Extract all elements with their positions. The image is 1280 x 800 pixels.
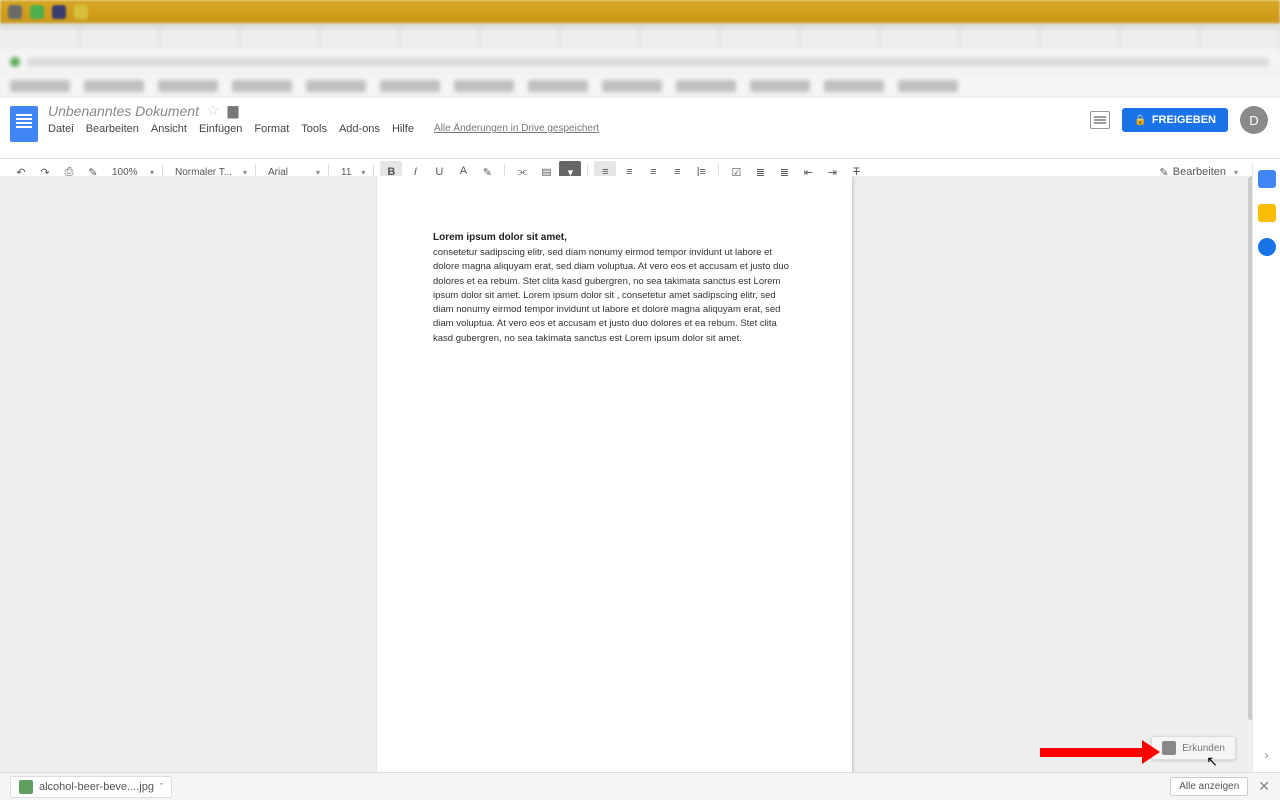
star-icon[interactable]: ☆ — [207, 102, 220, 119]
lock-icon: 🔒 — [1134, 115, 1146, 126]
browser-tabs — [0, 24, 1280, 50]
tasks-icon[interactable] — [1258, 238, 1276, 256]
move-folder-icon[interactable]: ▆ — [228, 102, 239, 119]
download-filename: alcohol-beer-beve....jpg — [39, 781, 154, 793]
close-download-shelf-button[interactable]: ✕ — [1258, 778, 1270, 795]
menu-help[interactable]: Hilfe — [392, 123, 414, 135]
document-heading[interactable]: Lorem ipsum dolor sit amet, — [433, 232, 796, 243]
side-panel: › — [1252, 162, 1280, 772]
docs-header: Unbenanntes Dokument ☆ ▆ Datei Bearbeite… — [0, 98, 1280, 158]
docs-logo-icon[interactable] — [10, 106, 38, 142]
bookmarks-bar — [0, 74, 1280, 98]
explore-icon — [1162, 741, 1176, 755]
file-image-icon — [19, 780, 33, 794]
address-bar — [0, 50, 1280, 74]
menu-file[interactable]: Datei — [48, 123, 74, 135]
menu-view[interactable]: Ansicht — [151, 123, 187, 135]
menu-addons[interactable]: Add-ons — [339, 123, 380, 135]
chevron-up-icon[interactable]: ˆ — [160, 782, 163, 792]
menu-bar: Datei Bearbeiten Ansicht Einfügen Format… — [48, 123, 599, 135]
document-canvas[interactable]: Lorem ipsum dolor sit amet, consetetur s… — [0, 176, 1248, 772]
document-paragraph[interactable]: consetetur sadipscing elitr, sed diam no… — [433, 246, 796, 346]
explore-label: Erkunden — [1182, 743, 1225, 754]
menu-insert[interactable]: Einfügen — [199, 123, 242, 135]
explore-button[interactable]: Erkunden — [1151, 736, 1236, 760]
side-panel-collapse-icon[interactable]: › — [1265, 748, 1269, 762]
keep-icon[interactable] — [1258, 204, 1276, 222]
os-menu-bar — [0, 0, 1280, 24]
menu-format[interactable]: Format — [254, 123, 289, 135]
download-item[interactable]: alcohol-beer-beve....jpg ˆ — [10, 776, 172, 798]
show-all-downloads-button[interactable]: Alle anzeigen — [1170, 777, 1248, 796]
download-shelf: alcohol-beer-beve....jpg ˆ Alle anzeigen… — [0, 772, 1280, 800]
document-page[interactable]: Lorem ipsum dolor sit amet, consetetur s… — [377, 176, 852, 772]
document-title[interactable]: Unbenanntes Dokument — [48, 103, 199, 119]
calendar-icon[interactable] — [1258, 170, 1276, 188]
share-button[interactable]: 🔒 FREIGEBEN — [1122, 108, 1228, 132]
comments-icon[interactable] — [1090, 111, 1110, 129]
account-avatar[interactable]: D — [1240, 106, 1268, 134]
share-button-label: FREIGEBEN — [1152, 114, 1216, 126]
menu-edit[interactable]: Bearbeiten — [86, 123, 139, 135]
save-status[interactable]: Alle Änderungen in Drive gespeichert — [434, 123, 599, 135]
menu-tools[interactable]: Tools — [301, 123, 327, 135]
